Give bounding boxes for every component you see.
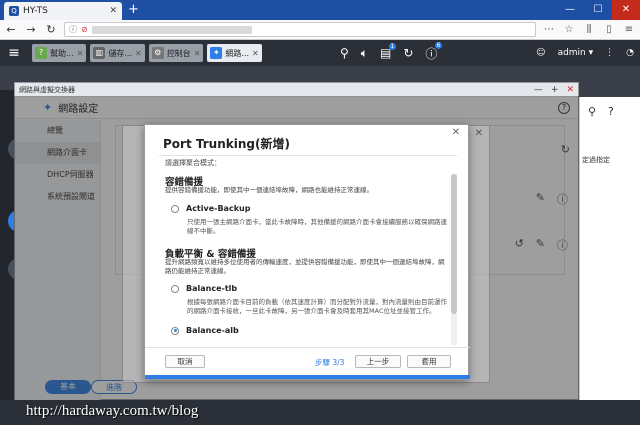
main-menu-icon[interactable]: ≡ (0, 45, 28, 61)
select-mode-label: 請選擇聚合模式： (165, 159, 221, 167)
app-tab-label: 控制台 (166, 48, 191, 58)
browser-tab[interactable]: Q HY-TS ✕ (4, 2, 122, 20)
browser-tab-title: HY-TS (23, 6, 48, 16)
minimize-button[interactable]: — (556, 0, 584, 20)
dialog-title: Port Trunking(新增) (163, 137, 290, 151)
close-tab-icon[interactable]: ✕ (109, 6, 117, 16)
option-label: Active-Backup (186, 204, 251, 213)
app-window-controls: — + ✕ (534, 83, 574, 97)
notification-icon[interactable]: ⓘ 6 (425, 41, 443, 62)
app-minimize-button[interactable]: — (534, 83, 543, 97)
previous-button[interactable]: 上一步 (355, 355, 401, 368)
option-balance-tlb-desc: 根據每張網路介面卡目前的負載（依其速度計算）而分配對外流量，對內流量則由目前運作… (187, 298, 447, 315)
option-balance-alb[interactable]: Balance-alb (171, 326, 239, 335)
close-app-tab-icon[interactable]: ✕ (135, 49, 142, 58)
background-window-text: 定過指定 (582, 156, 610, 164)
app-tab-label: 儲存... (108, 48, 132, 58)
control-panel-app-icon: ⚙ (151, 47, 164, 59)
step-indicator: 步驟 3/3 (315, 358, 345, 367)
qnap-favicon-icon: Q (9, 6, 19, 16)
search-icon[interactable]: ⚲ (588, 105, 596, 118)
app-tab-label: 網路... (225, 48, 250, 58)
more-icon[interactable]: ⋯ (542, 24, 556, 35)
address-bar[interactable]: ⓘ ⊘ (64, 22, 536, 37)
notification-badge: 6 (434, 41, 443, 49)
app-tab-control-panel[interactable]: ⚙ 控制台 ✕ (148, 44, 204, 62)
section-load-balance-desc: 提升網路頻寬以維持多位使用者的傳輸速度，並提供容錯備援功能，即使其中一個連結埠故… (165, 258, 445, 275)
scrollbar-thumb[interactable] (451, 174, 457, 314)
library-icon[interactable]: ⫼ (582, 24, 596, 35)
radio-active-backup[interactable] (171, 204, 179, 213)
option-label: Balance-alb (186, 326, 239, 335)
dashboard-icon[interactable]: ◔ (626, 48, 634, 58)
user-avatar-icon[interactable]: ☺ (536, 48, 545, 58)
browser-toolbar: ← → ↻ ⓘ ⊘ ⋯ ☆ ⫼ ▯ ≡ (0, 20, 640, 40)
radio-balance-tlb[interactable] (171, 284, 179, 293)
tasks-icon[interactable]: ▤ 1 (380, 43, 397, 60)
radio-balance-alb[interactable] (171, 326, 179, 335)
option-balance-tlb[interactable]: Balance-tlb (171, 284, 237, 293)
app-window-titlebar: 網路與虛擬交換器 — + ✕ (15, 83, 578, 97)
new-tab-button[interactable]: + (128, 2, 139, 18)
parent-dialog-close-icon[interactable]: ✕ (475, 128, 483, 139)
window-controls: — ☐ ✕ (556, 0, 640, 20)
help-app-icon: ? (35, 47, 47, 59)
url-redacted (91, 25, 252, 34)
dialog-close-icon[interactable]: ✕ (452, 127, 460, 138)
option-active-backup-desc: 只使用一張主網路介面卡，當此卡故障時，其他備援的網路介面卡會接續服務以確保網路連… (187, 218, 447, 235)
dialog-footer: 取消 步驟 3/3 上一步 套用 (145, 347, 470, 373)
app-maximize-button[interactable]: + (551, 83, 559, 97)
tasks-badge: 1 (388, 43, 397, 50)
help-icon[interactable]: ? (608, 105, 614, 118)
dialog-scrollbar[interactable] (451, 174, 457, 345)
close-app-tab-icon[interactable]: ✕ (194, 49, 201, 58)
search-icon[interactable]: ⚲ (340, 46, 349, 60)
watermark-text: http://hardaway.com.tw/blog (26, 403, 199, 419)
app-tab-storage[interactable]: ▥ 儲存... ✕ (90, 44, 145, 62)
option-active-backup[interactable]: Active-Backup (171, 204, 250, 213)
background-window: ⚲ ? 定過指定 (579, 97, 640, 400)
browser-tab-bar: Q HY-TS ✕ + — ☐ ✕ (0, 0, 640, 20)
maximize-button[interactable]: ☐ (584, 0, 612, 20)
close-app-tab-icon[interactable]: ✕ (252, 49, 259, 58)
forward-icon[interactable]: → (24, 23, 38, 37)
sidebar-icon[interactable]: ▯ (602, 24, 616, 35)
dialog-accent-bar (145, 375, 470, 379)
back-icon[interactable]: ← (4, 23, 18, 37)
menu-icon[interactable]: ≡ (622, 24, 636, 35)
option-label: Balance-tlb (186, 284, 238, 293)
app-tab-network[interactable]: ✦ 網路... ✕ (207, 44, 262, 62)
cancel-button[interactable]: 取消 (165, 355, 205, 368)
window-close-button[interactable]: ✕ (612, 0, 640, 20)
info-icon[interactable]: ⓘ (69, 24, 77, 35)
user-menu[interactable]: admin ▾ (558, 48, 594, 58)
qts-topbar: ≡ ? 幫助... ✕ ▥ 儲存... ✕ ⚙ 控制台 ✕ ✦ 網路... ✕ … (0, 40, 640, 66)
volume-icon[interactable]: 🔈︎ (361, 46, 368, 61)
app-tab-help[interactable]: ? 幫助... ✕ (32, 44, 87, 62)
network-app-icon: ✦ (210, 47, 223, 59)
apply-button[interactable]: 套用 (407, 355, 451, 368)
more-options-icon[interactable]: ⋮ (605, 48, 614, 58)
app-close-button[interactable]: ✕ (566, 83, 574, 97)
port-trunking-dialog: Port Trunking(新增) ✕ 請選擇聚合模式： 容錯備援 提供容錯備援… (144, 124, 470, 380)
app-tab-label: 幫助... (50, 48, 74, 58)
sync-icon[interactable]: ↻ (403, 46, 413, 60)
topbar-right: ☺ admin ▾ ⋮ ◔ (536, 40, 634, 66)
reload-icon[interactable]: ↻ (44, 23, 58, 37)
insecure-lock-icon: ⊘ (81, 25, 88, 34)
bookmark-icon[interactable]: ☆ (562, 24, 576, 35)
section-fault-tolerance-desc: 提供容錯備援功能，即使其中一個連結埠故障，網路也能維持正常連線。 (165, 186, 373, 194)
topbar-icons: ⚲ 🔈︎ ▤ 1 ↻ ⓘ 6 (340, 40, 443, 66)
app-window-title: 網路與虛擬交換器 (19, 86, 75, 94)
dialog-body: 請選擇聚合模式： 容錯備援 提供容錯備援功能，即使其中一個連結埠故障，網路也能維… (159, 155, 457, 345)
storage-app-icon: ▥ (93, 47, 106, 59)
close-app-tab-icon[interactable]: ✕ (77, 49, 84, 58)
